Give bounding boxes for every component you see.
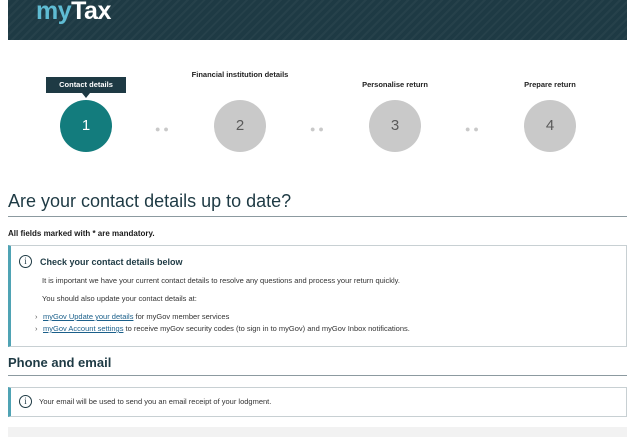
page-title: Are your contact details up to date? [8, 191, 292, 211]
link-description: for myGov member services [133, 312, 230, 321]
step-connector: ●● [155, 124, 172, 134]
email-note: Your email will be used to send you an e… [39, 397, 272, 406]
divider [8, 375, 627, 376]
contact-info-box: i Check your contact details below It is… [8, 245, 627, 347]
chevron-right-icon: › [35, 312, 38, 321]
mandatory-note: All fields marked with * are mandatory. [8, 229, 155, 238]
step-label: Contact details [46, 77, 126, 98]
app-header: myTax [8, 0, 627, 40]
logo-tax: Tax [71, 0, 111, 25]
step-circle: 1 [60, 100, 112, 152]
step-label: Personalise return [362, 80, 428, 89]
logo-my: my [36, 0, 72, 25]
link-row: › myGov Account settings to receive myGov… [35, 324, 410, 333]
step-label: Prepare return [524, 80, 576, 89]
email-info-box: i Your email will be used to send you an… [8, 387, 627, 417]
info-text: It is important we have your current con… [42, 276, 400, 285]
step-connector: ●● [465, 124, 482, 134]
section-title: Phone and email [8, 355, 112, 370]
step-connector: ●● [310, 124, 327, 134]
step-circle: 4 [524, 100, 576, 152]
divider [8, 216, 627, 217]
mygov-update-details-link[interactable]: myGov Update your details [43, 312, 133, 321]
link-row: › myGov Update your details for myGov mem… [35, 312, 229, 321]
mygov-account-settings-link[interactable]: myGov Account settings [43, 324, 123, 333]
link-description: to receive myGov security codes (to sign… [123, 324, 410, 333]
info-icon: i [19, 255, 32, 268]
step-label: Financial institution details [191, 70, 289, 79]
chevron-right-icon: › [35, 324, 38, 333]
form-area-edge [8, 427, 627, 437]
info-text: You should also update your contact deta… [42, 294, 197, 303]
info-title: Check your contact details below [40, 257, 183, 267]
mytax-logo[interactable]: myTax [36, 0, 111, 26]
progress-steps: Contact details 1 ●● Financial instituti… [0, 62, 639, 162]
step-circle: 2 [214, 100, 266, 152]
step-circle: 3 [369, 100, 421, 152]
info-icon: i [19, 395, 32, 408]
